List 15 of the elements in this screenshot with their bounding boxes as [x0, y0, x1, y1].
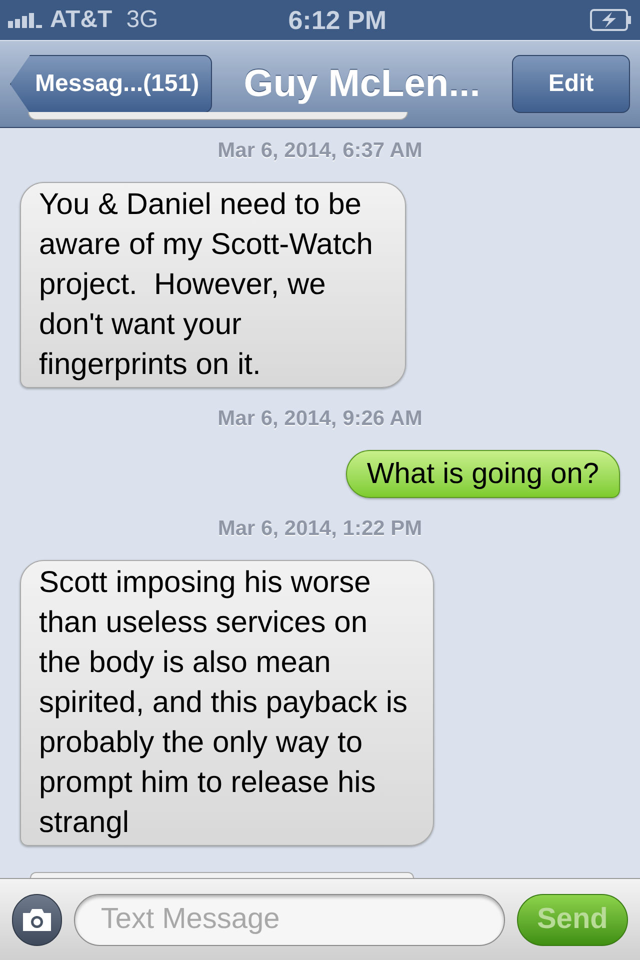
network-type: 3G — [126, 5, 158, 35]
message-input-field[interactable]: Text Message — [74, 894, 505, 946]
edit-button[interactable]: Edit — [512, 55, 630, 113]
timestamp: Mar 6, 2014, 6:37 AM — [218, 138, 422, 164]
status-time: 6:12 PM — [288, 4, 386, 36]
conversation-title: Guy McLen... — [242, 62, 482, 106]
back-button[interactable]: Messag...(151) — [10, 55, 212, 113]
timestamp: Mar 6, 2014, 1:22 PM — [218, 516, 422, 542]
camera-button[interactable] — [12, 894, 62, 946]
incoming-message-bubble: Scott imposing his worse than useless services on the body is also mean spirited, and this payback is probably the only way to prompt him to release his strangl — [20, 560, 434, 846]
carrier-name: AT&T — [50, 5, 112, 35]
camera-icon — [20, 908, 53, 932]
timestamp: Mar 6, 2014, 9:26 AM — [218, 406, 422, 432]
incoming-message-bubble: You & Daniel need to be aware of my Scott-Watch project. However, we don't want your fingerprints on it. — [20, 182, 406, 388]
outgoing-message-bubble: What is going on? — [346, 450, 620, 498]
